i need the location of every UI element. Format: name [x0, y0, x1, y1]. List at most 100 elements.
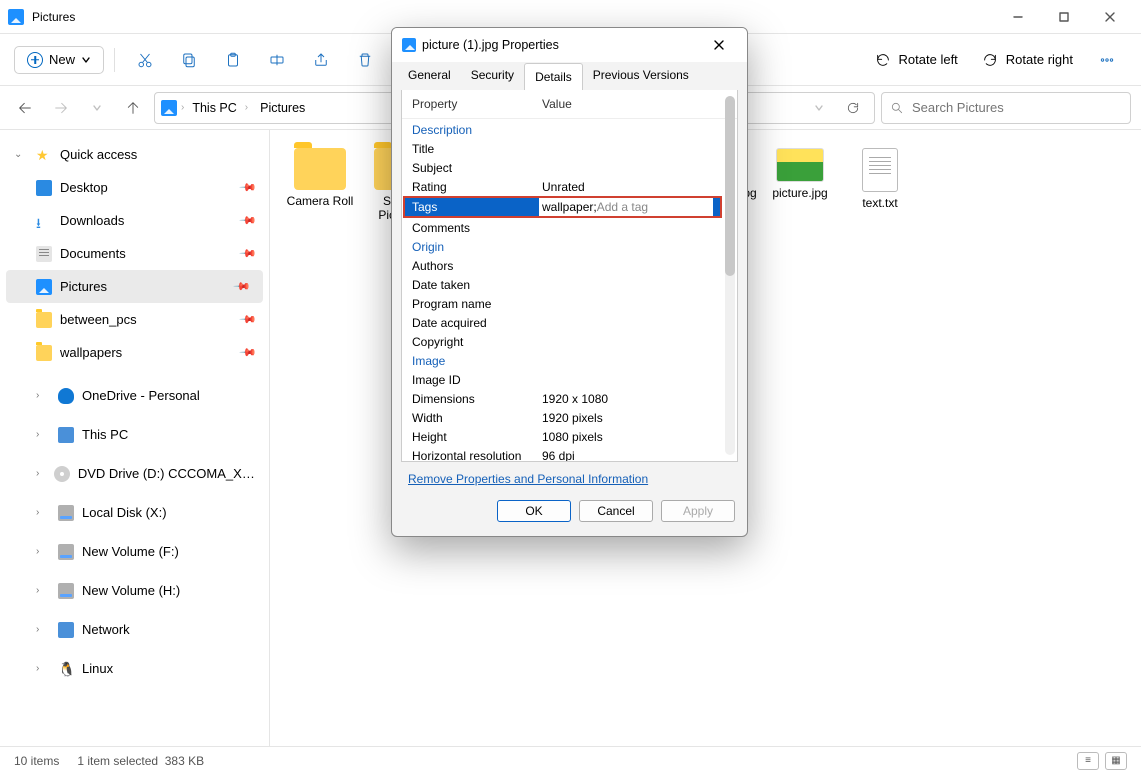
scrollbar-thumb[interactable]	[725, 96, 735, 276]
apply-button[interactable]: Apply	[661, 500, 735, 522]
rotate-left-label: Rotate left	[899, 52, 958, 67]
file-name: picture.jpg	[772, 186, 827, 200]
property-row-title[interactable]: Title	[402, 139, 723, 158]
paste-button[interactable]	[213, 42, 253, 78]
crumb-root[interactable]: This PC›	[188, 99, 252, 117]
property-row-program-name[interactable]: Program name	[402, 294, 723, 313]
file-item[interactable]: picture.jpg	[760, 148, 840, 222]
rename-button[interactable]	[257, 42, 297, 78]
tags-input[interactable]: wallpaper; Add a tag	[539, 198, 713, 216]
copy-button[interactable]	[169, 42, 209, 78]
property-row-description: Description	[402, 120, 723, 139]
forward-button[interactable]	[46, 93, 76, 123]
property-row-authors[interactable]: Authors	[402, 256, 723, 275]
rotate-right-icon	[982, 52, 998, 68]
image-thumbnail	[776, 148, 824, 182]
sidebar-item-pictures[interactable]: Pictures📌	[6, 270, 263, 303]
cut-button[interactable]	[125, 42, 165, 78]
property-header: Property Value	[402, 90, 737, 119]
search-input[interactable]	[912, 100, 1122, 115]
minimize-button[interactable]	[995, 1, 1041, 33]
property-row-date-taken[interactable]: Date taken	[402, 275, 723, 294]
property-row-subject[interactable]: Subject	[402, 158, 723, 177]
window-title: Pictures	[32, 10, 75, 24]
sidebar-item-wallpapers[interactable]: wallpapers📌	[0, 336, 269, 369]
chevron-down-icon	[81, 55, 91, 65]
file-item[interactable]: text.txt	[840, 148, 920, 222]
crumb-current[interactable]: Pictures	[256, 99, 309, 117]
dialog-titlebar[interactable]: picture (1).jpg Properties	[392, 28, 747, 62]
sidebar-item-network[interactable]: ›Network	[0, 613, 269, 646]
search-box[interactable]	[881, 92, 1131, 124]
property-row-copyright[interactable]: Copyright	[402, 332, 723, 351]
file-item[interactable]: Camera Roll	[280, 148, 360, 222]
sidebar-item-documents[interactable]: Documents📌	[0, 237, 269, 270]
dialog-tabs: GeneralSecurityDetailsPrevious Versions	[392, 62, 747, 90]
cancel-button[interactable]: Cancel	[579, 500, 653, 522]
property-row-origin: Origin	[402, 237, 723, 256]
more-button[interactable]	[1087, 42, 1127, 78]
sidebar-item-linux[interactable]: ›🐧Linux	[0, 652, 269, 685]
plus-icon	[27, 52, 43, 68]
status-item-count: 10 items	[14, 754, 59, 768]
file-name: text.txt	[862, 196, 897, 210]
file-name: Camera Roll	[287, 194, 354, 208]
quick-access-header[interactable]: ⌄★Quick access	[0, 138, 269, 171]
tab-general[interactable]: General	[398, 62, 461, 90]
navigation-pane: ⌄★Quick accessDesktop📌⭳Downloads📌Documen…	[0, 130, 270, 746]
remove-properties-link[interactable]: Remove Properties and Personal Informati…	[392, 462, 747, 492]
maximize-button[interactable]	[1041, 1, 1087, 33]
tab-details[interactable]: Details	[524, 63, 583, 91]
app-icon	[8, 9, 24, 25]
property-row-height[interactable]: Height1080 pixels	[402, 427, 723, 446]
close-button[interactable]	[1087, 1, 1133, 33]
property-row-date-acquired[interactable]: Date acquired	[402, 313, 723, 332]
sidebar-item-new-volume-f-[interactable]: ›New Volume (F:)	[0, 535, 269, 568]
share-button[interactable]	[301, 42, 341, 78]
tab-security[interactable]: Security	[461, 62, 524, 90]
sidebar-item-onedrive-personal[interactable]: ›OneDrive - Personal	[0, 379, 269, 412]
new-button[interactable]: New	[14, 46, 104, 74]
location-icon	[161, 100, 177, 116]
file-icon	[402, 38, 416, 52]
view-details-button[interactable]: ≡	[1077, 752, 1099, 770]
rotate-left-icon	[875, 52, 891, 68]
refresh-button[interactable]	[838, 93, 868, 123]
recent-dropdown[interactable]	[82, 93, 112, 123]
property-row-horizontal-resolution[interactable]: Horizontal resolution96 dpi	[402, 446, 723, 461]
folder-icon	[294, 148, 346, 190]
new-button-label: New	[49, 52, 75, 67]
status-selection: 1 item selected 383 KB	[77, 754, 204, 768]
tab-previous-versions[interactable]: Previous Versions	[583, 62, 699, 90]
details-panel: Property Value DescriptionTitleSubjectRa…	[401, 90, 738, 462]
property-row-image-id[interactable]: Image ID	[402, 370, 723, 389]
sidebar-item-desktop[interactable]: Desktop📌	[0, 171, 269, 204]
delete-button[interactable]	[345, 42, 385, 78]
sidebar-item-dvd-drive-d-cccoma_x64fre_en-us[interactable]: ›DVD Drive (D:) CCCOMA_X64FRE_EN-US	[0, 457, 269, 490]
search-icon	[890, 101, 904, 115]
view-grid-button[interactable]: ▦	[1105, 752, 1127, 770]
property-row-width[interactable]: Width1920 pixels	[402, 408, 723, 427]
address-dropdown[interactable]	[804, 93, 834, 123]
rotate-left-button[interactable]: Rotate left	[865, 47, 968, 73]
rotate-right-button[interactable]: Rotate right	[972, 47, 1083, 73]
rotate-right-label: Rotate right	[1006, 52, 1073, 67]
dialog-title: picture (1).jpg Properties	[422, 38, 559, 52]
ok-button[interactable]: OK	[497, 500, 571, 522]
up-button[interactable]	[118, 93, 148, 123]
dialog-close-button[interactable]	[701, 31, 737, 59]
property-row-image: Image	[402, 351, 723, 370]
property-row-dimensions[interactable]: Dimensions1920 x 1080	[402, 389, 723, 408]
sidebar-item-local-disk-x-[interactable]: ›Local Disk (X:)	[0, 496, 269, 529]
property-row-comments[interactable]: Comments	[402, 218, 723, 237]
property-row-tags[interactable]: Tagswallpaper; Add a tag	[403, 196, 722, 218]
properties-dialog: picture (1).jpg Properties GeneralSecuri…	[391, 27, 748, 537]
text-file-icon	[862, 148, 898, 192]
sidebar-item-between_pcs[interactable]: between_pcs📌	[0, 303, 269, 336]
sidebar-item-new-volume-h-[interactable]: ›New Volume (H:)	[0, 574, 269, 607]
status-bar: 10 items 1 item selected 383 KB ≡ ▦	[0, 746, 1141, 774]
sidebar-item-this-pc[interactable]: ›This PC	[0, 418, 269, 451]
back-button[interactable]	[10, 93, 40, 123]
sidebar-item-downloads[interactable]: ⭳Downloads📌	[0, 204, 269, 237]
property-row-rating[interactable]: RatingUnrated	[402, 177, 723, 196]
